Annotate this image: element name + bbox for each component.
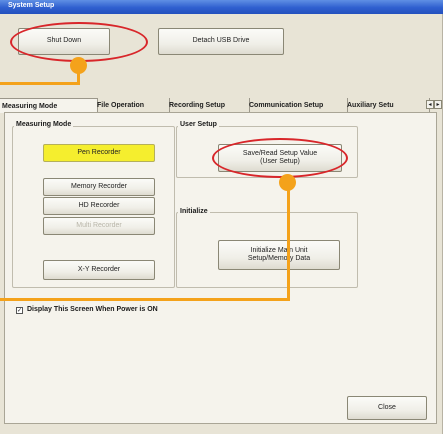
tab-auxiliary-setup[interactable]: Auxiliary Setu: [345, 98, 430, 112]
mode-label: HD Recorder: [78, 201, 120, 209]
mode-memory-recorder[interactable]: Memory Recorder: [43, 178, 155, 196]
tab-file-operation[interactable]: File Operation: [95, 98, 170, 112]
close-label: Close: [378, 403, 396, 411]
mode-label: Pen Recorder: [77, 148, 121, 156]
title-bar: System Setup: [0, 0, 443, 14]
window-title: System Setup: [8, 2, 55, 9]
mode-pen-recorder[interactable]: Pen Recorder: [43, 144, 155, 162]
tab-label: Recording Setup: [169, 101, 226, 109]
mode-label: Memory Recorder: [70, 182, 127, 190]
display-on-power-checkbox[interactable]: ✓: [16, 307, 23, 314]
close-button[interactable]: Close: [347, 396, 427, 420]
detach-usb-button[interactable]: Detach USB Drive: [158, 28, 284, 55]
tab-label: Measuring Mode: [2, 102, 58, 110]
tab-strip: Measuring Mode File Operation Recording …: [0, 98, 443, 113]
tab-label: Auxiliary Setu: [347, 101, 394, 109]
initialize-line2: Setup/Memory Data: [247, 255, 311, 262]
highlight-ring-save-read: [212, 138, 348, 178]
callout-line-setup-horizontal: [0, 298, 290, 301]
tab-measuring-mode[interactable]: Measuring Mode: [0, 98, 98, 113]
mode-multi-recorder: Multi Recorder: [43, 217, 155, 235]
tab-label: Communication Setup: [249, 101, 324, 109]
callout-line-setup-vertical: [287, 178, 290, 300]
initialize-group-label: Initialize: [178, 208, 210, 215]
tab-label: File Operation: [97, 101, 145, 109]
system-setup-window: System Setup Shut Down Detach USB Drive …: [0, 0, 443, 434]
tab-scroll-right-icon[interactable]: ▸: [434, 100, 442, 109]
measuring-mode-group-label: Measuring Mode: [14, 121, 74, 128]
detach-usb-label: Detach USB Drive: [192, 37, 250, 45]
mode-label: Multi Recorder: [76, 221, 122, 229]
initialize-line1: Initialize Main Unit: [250, 246, 308, 254]
callout-marker-shutdown: [70, 57, 87, 74]
mode-hd-recorder[interactable]: HD Recorder: [43, 197, 155, 215]
mode-label: X-Y Recorder: [77, 265, 121, 273]
display-on-power-label: Display This Screen When Power is ON: [27, 306, 158, 313]
tab-recording-setup[interactable]: Recording Setup: [167, 98, 250, 112]
user-setup-group-label: User Setup: [178, 121, 219, 128]
tab-communication-setup[interactable]: Communication Setup: [247, 98, 348, 112]
tab-scroll-left-icon[interactable]: ◂: [426, 100, 434, 109]
initialize-main-unit-button[interactable]: Initialize Main Unit Setup/Memory Data: [218, 240, 340, 270]
callout-line-shutdown-horizontal: [0, 82, 80, 85]
highlight-ring-shutdown: [10, 22, 148, 62]
mode-xy-recorder[interactable]: X-Y Recorder: [43, 260, 155, 280]
callout-marker-setup: [279, 174, 296, 191]
